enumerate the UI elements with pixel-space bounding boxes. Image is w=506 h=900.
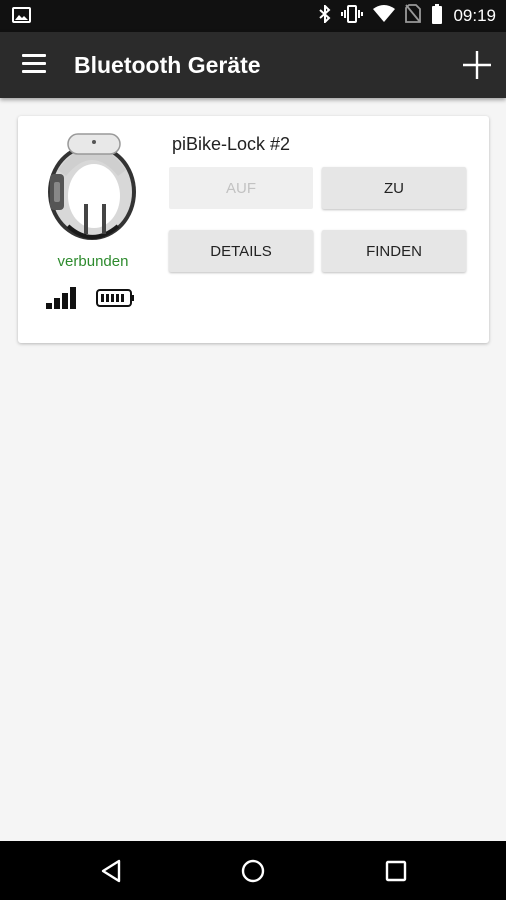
home-icon[interactable] [237, 855, 269, 887]
clock: 09:19 [453, 6, 496, 25]
status-bar: 09:19 [0, 0, 506, 32]
unlock-button[interactable]: AUF [169, 167, 313, 209]
lock-button[interactable]: ZU [322, 167, 466, 209]
bluetooth-icon [319, 3, 331, 28]
device-name: piBike-Lock #2 [172, 134, 291, 154]
app-bar: Bluetooth Geräte [0, 32, 506, 98]
no-sim-icon [405, 4, 422, 28]
wifi-icon [373, 5, 396, 27]
page-title: Bluetooth Geräte [74, 52, 261, 78]
find-button[interactable]: FINDEN [322, 230, 466, 272]
add-icon[interactable] [462, 50, 492, 80]
navigation-bar [0, 841, 506, 900]
back-icon[interactable] [95, 855, 127, 887]
bike-lock-image [38, 130, 148, 246]
battery-icon [431, 3, 443, 29]
connection-status: verbunden [57, 253, 129, 270]
image-icon [12, 7, 31, 23]
vibrate-icon [341, 4, 364, 28]
device-card: verbunden piBike-Lock #2 AUF ZU DETAILS … [18, 116, 489, 343]
details-button[interactable]: DETAILS [169, 230, 313, 272]
signal-strength-icon [46, 287, 76, 309]
device-battery-icon [96, 288, 136, 308]
menu-icon[interactable] [22, 54, 46, 74]
recents-icon[interactable] [380, 855, 412, 887]
